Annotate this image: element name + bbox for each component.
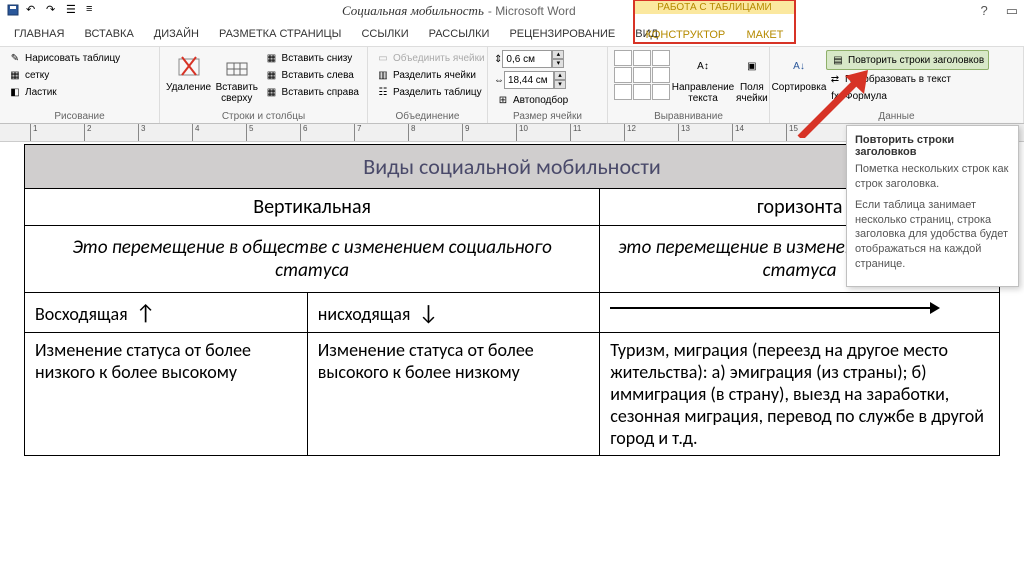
group-rows-cols-label: Строки и столбцы bbox=[166, 110, 361, 123]
align-mc[interactable] bbox=[633, 67, 651, 83]
insert-right-icon: ▦ bbox=[265, 85, 279, 99]
insert-above-icon bbox=[223, 52, 251, 80]
insert-below-icon: ▦ bbox=[265, 51, 279, 65]
align-tl[interactable] bbox=[614, 50, 632, 66]
formula-icon: fx bbox=[828, 89, 842, 103]
split-table-icon: ☷ bbox=[376, 85, 390, 99]
text-direction-button[interactable]: A↕ Направление текста bbox=[674, 50, 732, 110]
margins-icon: ▣ bbox=[738, 52, 766, 80]
delete-button[interactable]: Удаление bbox=[166, 50, 211, 110]
group-merge-label: Объединение bbox=[374, 110, 481, 123]
ribbon: ✎Нарисовать таблицу ▦сетку ◧Ластик Рисов… bbox=[0, 46, 1024, 124]
repeat-header-rows-button[interactable]: ▤Повторить строки заголовков bbox=[826, 50, 989, 70]
tab-insert[interactable]: ВСТАВКА bbox=[74, 24, 143, 44]
split-cells-button[interactable]: ▥Разделить ячейки bbox=[374, 67, 487, 83]
undo-icon[interactable]: ↶ bbox=[26, 3, 42, 19]
cell-margins-button[interactable]: ▣ Поля ячейки bbox=[736, 50, 768, 110]
redo-icon[interactable]: ↷ bbox=[46, 3, 62, 19]
row-height-input[interactable]: ⇕▴▾ bbox=[494, 50, 570, 68]
formula-button[interactable]: fxФормула bbox=[826, 88, 989, 104]
cell-ascending[interactable]: Восходящая ↑ bbox=[25, 293, 308, 333]
align-bc[interactable] bbox=[633, 84, 651, 100]
view-gridlines-button[interactable]: ▦сетку bbox=[6, 67, 122, 83]
numbering-icon[interactable]: ≡ bbox=[86, 3, 102, 19]
align-tc[interactable] bbox=[633, 50, 651, 66]
insert-right-button[interactable]: ▦Вставить справа bbox=[263, 84, 361, 100]
arrow-down-icon: ↓ bbox=[419, 299, 439, 326]
detail-ascending[interactable]: Изменение статуса от более низкого к бол… bbox=[25, 333, 308, 456]
insert-left-button[interactable]: ▦Вставить слева bbox=[263, 67, 361, 83]
tab-home[interactable]: ГЛАВНАЯ bbox=[4, 24, 74, 44]
autofit-button[interactable]: ⊞Автоподбор bbox=[494, 92, 570, 108]
align-br[interactable] bbox=[652, 84, 670, 100]
insert-above-button[interactable]: Вставить сверху bbox=[215, 50, 258, 110]
tab-table-design[interactable]: КОНСТРУКТОР bbox=[646, 29, 726, 41]
alignment-grid bbox=[614, 50, 670, 110]
col-vertical[interactable]: Вертикальная bbox=[25, 189, 600, 226]
height-icon: ⇕ bbox=[494, 54, 502, 65]
contextual-title: РАБОТА С ТАБЛИЦАМИ bbox=[635, 1, 794, 14]
tab-review[interactable]: РЕЦЕНЗИРОВАНИЕ bbox=[499, 24, 625, 44]
tab-page-layout[interactable]: РАЗМЕТКА СТРАНИЦЫ bbox=[209, 24, 351, 44]
cell-horizontal-arrow[interactable] bbox=[600, 293, 1000, 333]
tooltip-text-1: Пометка нескольких строк как строк загол… bbox=[855, 162, 1010, 192]
ribbon-options-icon[interactable]: ▭ bbox=[1006, 3, 1018, 19]
split-cells-icon: ▥ bbox=[376, 68, 390, 82]
sort-button[interactable]: A↓ Сортировка bbox=[776, 50, 822, 110]
sort-icon: A↓ bbox=[785, 52, 813, 80]
eraser-button[interactable]: ◧Ластик bbox=[6, 84, 122, 100]
document-title: Социальная мобильность bbox=[342, 3, 484, 19]
align-ml[interactable] bbox=[614, 67, 632, 83]
group-alignment-label: Выравнивание bbox=[614, 110, 763, 123]
insert-below-button[interactable]: ▦Вставить снизу bbox=[263, 50, 361, 66]
table-detail-row: Изменение статуса от более низкого к бол… bbox=[25, 333, 1000, 456]
tooltip-title: Повторить строки заголовков bbox=[855, 134, 1010, 158]
help-icon[interactable]: ? bbox=[980, 3, 987, 19]
save-icon[interactable] bbox=[6, 3, 22, 19]
tab-references[interactable]: ССЫЛКИ bbox=[351, 24, 418, 44]
convert-to-text-button[interactable]: ⇄Преобразовать в текст bbox=[826, 71, 989, 87]
align-mr[interactable] bbox=[652, 67, 670, 83]
text-direction-icon: A↕ bbox=[689, 52, 717, 80]
arrow-up-icon: ↑ bbox=[136, 299, 156, 326]
tooltip-repeat-header: Повторить строки заголовков Пометка неск… bbox=[846, 125, 1019, 287]
table-tools-contextual: РАБОТА С ТАБЛИЦАМИ КОНСТРУКТОР МАКЕТ bbox=[633, 0, 796, 44]
align-tr[interactable] bbox=[652, 50, 670, 66]
title-bar: ↶ ↷ ☰ ≡ Социальная мобильность - Microso… bbox=[0, 0, 1024, 22]
app-title: - Microsoft Word bbox=[488, 4, 576, 18]
draw-table-button[interactable]: ✎Нарисовать таблицу bbox=[6, 50, 122, 66]
table-arrow-row: Восходящая ↑ нисходящая ↓ bbox=[25, 293, 1000, 333]
desc-vertical[interactable]: Это перемещение в обществе с изменением … bbox=[25, 226, 600, 293]
col-width-input[interactable]: ⇔▴▾ bbox=[494, 71, 570, 89]
eraser-icon: ◧ bbox=[8, 85, 22, 99]
cell-descending[interactable]: нисходящая ↓ bbox=[307, 293, 600, 333]
insert-left-icon: ▦ bbox=[265, 68, 279, 82]
align-bl[interactable] bbox=[614, 84, 632, 100]
arrow-right-icon bbox=[610, 300, 940, 316]
tab-table-layout[interactable]: МАКЕТ bbox=[746, 29, 783, 41]
merge-cells-button[interactable]: ▭Объединить ячейки bbox=[374, 50, 487, 66]
bullets-icon[interactable]: ☰ bbox=[66, 3, 82, 19]
tab-mailings[interactable]: РАССЫЛКИ bbox=[419, 24, 500, 44]
delete-icon bbox=[175, 52, 203, 80]
width-icon: ⇔ bbox=[494, 75, 504, 86]
merge-icon: ▭ bbox=[376, 51, 390, 65]
tab-design[interactable]: ДИЗАЙН bbox=[144, 24, 209, 44]
quick-access-toolbar: ↶ ↷ ☰ ≡ bbox=[6, 3, 102, 19]
detail-descending[interactable]: Изменение статуса от более высокого к бо… bbox=[307, 333, 600, 456]
repeat-header-icon: ▤ bbox=[831, 53, 845, 67]
convert-icon: ⇄ bbox=[828, 72, 842, 86]
detail-horizontal[interactable]: Туризм, миграция (переезд на другое мест… bbox=[600, 333, 1000, 456]
tooltip-text-2: Если таблица занимает несколько страниц,… bbox=[855, 198, 1010, 272]
pencil-icon: ✎ bbox=[8, 51, 22, 65]
split-table-button[interactable]: ☷Разделить таблицу bbox=[374, 84, 487, 100]
group-data-label: Данные bbox=[776, 110, 1017, 123]
autofit-icon: ⊞ bbox=[496, 93, 510, 107]
ribbon-tabs: ГЛАВНАЯ ВСТАВКА ДИЗАЙН РАЗМЕТКА СТРАНИЦЫ… bbox=[0, 22, 1024, 46]
group-drawing-label: Рисование bbox=[6, 110, 153, 123]
group-cellsize-label: Размер ячейки bbox=[494, 110, 601, 123]
grid-icon: ▦ bbox=[8, 68, 22, 82]
